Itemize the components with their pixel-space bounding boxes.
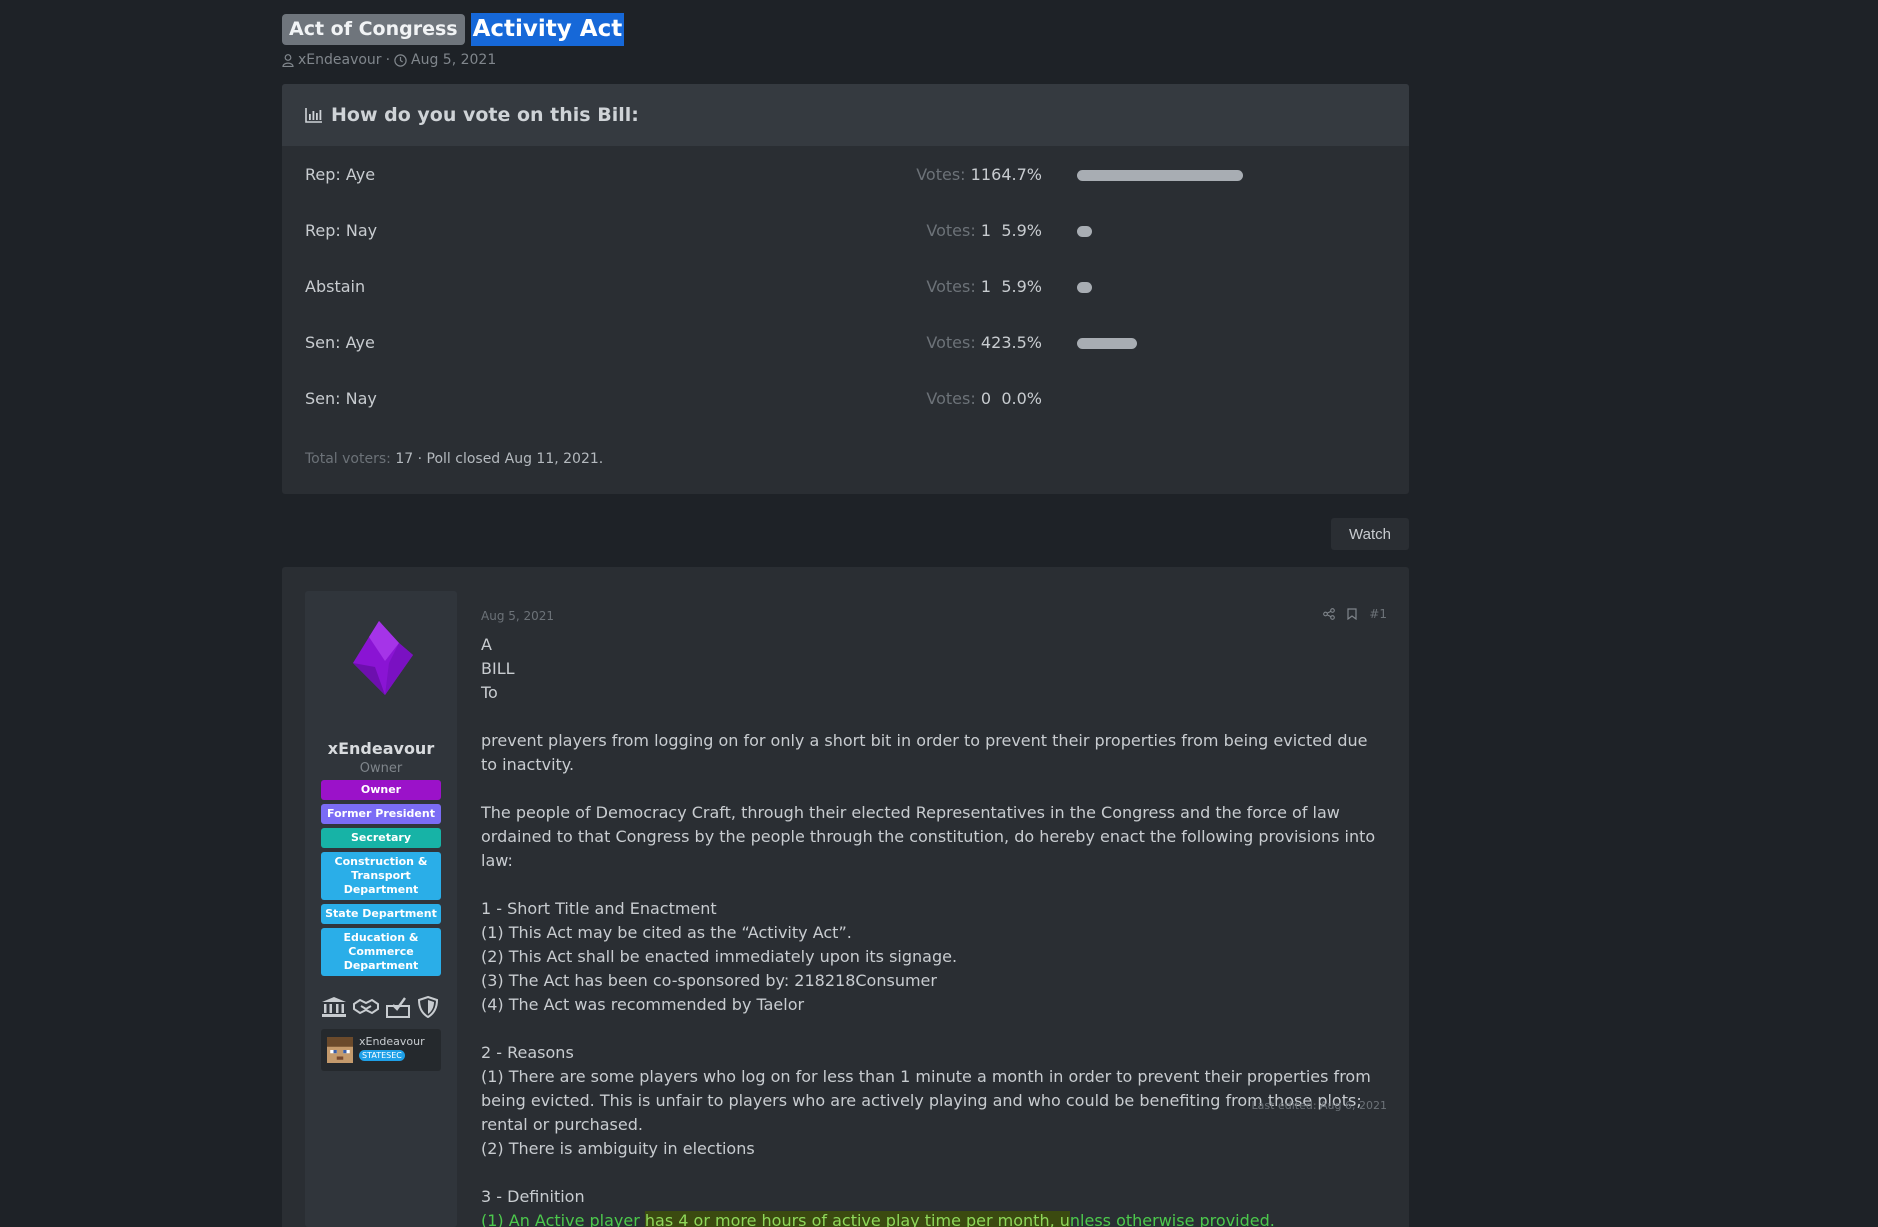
poll-option-percent: 0.0% — [1001, 389, 1042, 408]
post-number-link[interactable]: #1 — [1369, 607, 1387, 621]
votes-label: Votes: — [916, 165, 966, 184]
bookmark-icon[interactable] — [1347, 608, 1357, 620]
post-user-cell: xEndeavour Owner Owner Former President … — [305, 591, 457, 1227]
watch-button[interactable]: Watch — [1331, 518, 1409, 550]
poll-option-bar — [1077, 170, 1243, 181]
thread-date-link[interactable]: Aug 5, 2021 — [411, 52, 496, 68]
minecraft-profile-card[interactable]: xEndeavour STATESEC — [321, 1029, 441, 1071]
poll-result-row: Abstain Votes: 1 5.9% — [282, 273, 1409, 303]
user-icon — [282, 53, 294, 67]
post-body: A BILL To prevent players from logging o… — [481, 633, 1387, 1227]
user-banner: State Department — [321, 904, 441, 924]
poll-result-row: Sen: Aye Votes: 4 23.5% — [282, 329, 1409, 359]
minecraft-head-avatar — [327, 1037, 353, 1063]
body-line: BILL — [481, 659, 515, 678]
votes-label: Votes: — [926, 333, 976, 352]
body-line: (1) This Act may be cited as the “Activi… — [481, 923, 852, 942]
thread-title-text: Activity Act — [470, 12, 625, 46]
poll-option-label: Sen: Aye — [305, 333, 375, 352]
poll-option-label: Sen: Nay — [305, 389, 377, 408]
meta-separator: · — [385, 52, 391, 68]
body-line: prevent players from logging on for only… — [481, 731, 1368, 774]
definition-text: nless otherwise provided. — [1069, 1211, 1275, 1227]
clock-icon — [394, 53, 407, 67]
shield-icon[interactable] — [417, 996, 439, 1018]
bar-chart-icon — [305, 108, 322, 123]
user-banner: Former President — [321, 804, 441, 824]
body-line: (3) The Act has been co-sponsored by: 21… — [481, 971, 937, 990]
user-banner: Construction & Transport Department — [321, 852, 441, 900]
poll-footer: Total voters: 17 · Poll closed Aug 11, 2… — [305, 451, 603, 467]
body-line: (4) The Act was recommended by Taelor — [481, 995, 805, 1014]
user-banner: Secretary — [321, 828, 441, 848]
last-edited-note: Last edited: Aug 6, 2021 — [1251, 1099, 1387, 1112]
total-voters-count: 17 — [395, 451, 414, 467]
total-voters-label: Total voters: — [305, 451, 391, 467]
body-line: To — [481, 683, 498, 702]
section-heading: 3 - Definition — [481, 1187, 585, 1206]
poll-result-row: Rep: Nay Votes: 1 5.9% — [282, 217, 1409, 247]
poll-option-label: Rep: Nay — [305, 221, 378, 240]
thread-author-link[interactable]: xEndeavour — [298, 52, 382, 68]
poll-option-bar — [1077, 282, 1092, 293]
body-line: (2) This Act shall be enacted immediatel… — [481, 947, 958, 966]
share-icon[interactable] — [1323, 608, 1336, 620]
poll-option-label: Rep: Aye — [305, 165, 376, 184]
body-line: (2) There is ambiguity in elections — [481, 1139, 755, 1158]
poll-result-row: Rep: Aye Votes: 11 64.7% — [282, 161, 1409, 191]
poll-option-percent: 64.7% — [991, 165, 1042, 184]
thread-prefix-badge[interactable]: Act of Congress — [282, 13, 465, 45]
poll-option-bar — [1077, 226, 1092, 237]
definition-line: (1) An Active player has 4 or more hours… — [481, 1209, 1387, 1227]
thread-meta: xEndeavour · Aug 5, 2021 — [282, 52, 496, 68]
post-actions: #1 — [1323, 607, 1387, 621]
votes-label: Votes: — [926, 277, 976, 296]
poll-closed-text: · Poll closed Aug 11, 2021. — [417, 451, 604, 467]
votes-label: Votes: — [926, 389, 976, 408]
poll-option-percent: 5.9% — [1001, 221, 1042, 240]
poll-option-percent: 5.9% — [1001, 277, 1042, 296]
poll-header: How do you vote on this Bill: — [282, 84, 1409, 146]
thread-title: Act of Congress Activity Act — [282, 12, 625, 46]
rank-badge: STATESEC — [359, 1050, 405, 1061]
poll-block: How do you vote on this Bill: Rep: Aye V… — [282, 84, 1409, 494]
poll-option-label: Abstain — [305, 277, 366, 296]
bank-icon[interactable] — [321, 996, 347, 1018]
poll-option-votes: Votes: 11 — [916, 165, 991, 184]
user-banner: Education & Commerce Department — [321, 928, 441, 976]
minecraft-username: xEndeavour — [359, 1035, 425, 1048]
post-date-link[interactable]: Aug 5, 2021 — [481, 609, 554, 623]
ballot-box-icon[interactable] — [385, 996, 411, 1018]
body-paragraph: The people of Democracy Craft, through t… — [481, 803, 1376, 870]
definition-text: (1) An Active player — [481, 1211, 645, 1227]
poll-option-percent: 23.5% — [991, 333, 1042, 352]
body-line: A — [481, 635, 492, 654]
handshake-icon[interactable] — [353, 996, 379, 1018]
post-username[interactable]: xEndeavour — [305, 739, 457, 758]
votes-label: Votes: — [926, 221, 976, 240]
poll-option-bar — [1077, 338, 1137, 349]
post-user-title: Owner — [359, 761, 403, 776]
section-heading: 2 - Reasons — [481, 1043, 574, 1062]
post-message: xEndeavour Owner Owner Former President … — [282, 567, 1409, 1227]
section-heading: 1 - Short Title and Enactment — [481, 899, 717, 918]
user-trophy-icons — [321, 996, 439, 1018]
user-banners: Owner Former President Secretary Constru… — [321, 780, 441, 980]
avatar[interactable] — [349, 619, 413, 697]
poll-result-row: Sen: Nay Votes: 0 0.0% — [282, 385, 1409, 415]
highlighted-text: has 4 or more hours of active play time … — [644, 1211, 1070, 1227]
poll-title: How do you vote on this Bill: — [331, 104, 639, 126]
user-banner: Owner — [321, 780, 441, 800]
